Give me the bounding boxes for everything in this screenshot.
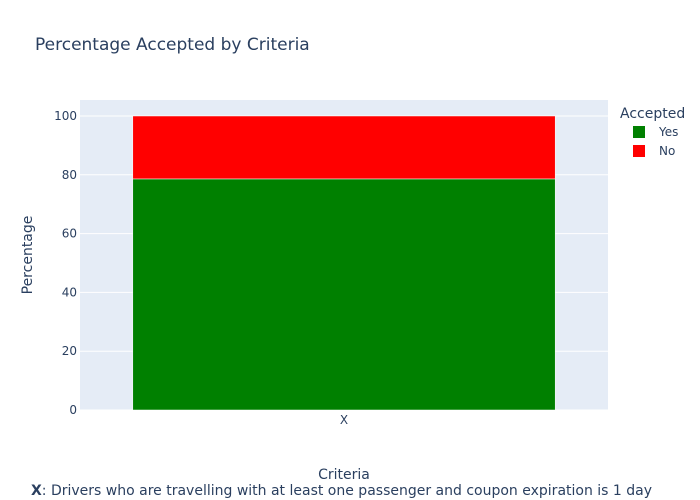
y-tick-label: 100 [54, 109, 77, 123]
y-tick-label: 80 [62, 168, 77, 182]
y-tick-label: 0 [69, 403, 77, 417]
bars [132, 115, 556, 411]
legend-swatch-yes [633, 126, 645, 138]
footnote-key: X [31, 483, 42, 499]
y-tick-label: 20 [62, 344, 77, 358]
y-tick-label: 40 [62, 285, 77, 299]
chart-title: Percentage Accepted by Criteria [35, 35, 310, 55]
legend: Accepted Yes No [620, 106, 685, 158]
legend-label-no: No [659, 144, 675, 158]
x-axis-title: Criteria [318, 467, 370, 483]
footnote-text: : Drivers who are travelling with at lea… [41, 483, 653, 499]
legend-swatch-no [633, 145, 645, 157]
y-axis-title: Percentage [20, 216, 36, 295]
bar-no [132, 115, 556, 180]
legend-label-yes: Yes [658, 125, 678, 139]
chart: Percentage Accepted by Criteria 0 20 40 60 8… [20, 35, 685, 483]
footnote: X: Drivers who are travelling with at le… [31, 483, 652, 499]
legend-title: Accepted [620, 106, 685, 122]
y-tick-label: 60 [62, 227, 77, 241]
bar-yes [132, 178, 556, 411]
x-axis-ticks: X [340, 413, 348, 427]
y-axis-ticks: 0 20 40 60 80 100 [54, 109, 77, 417]
x-tick-label: X [340, 413, 348, 427]
